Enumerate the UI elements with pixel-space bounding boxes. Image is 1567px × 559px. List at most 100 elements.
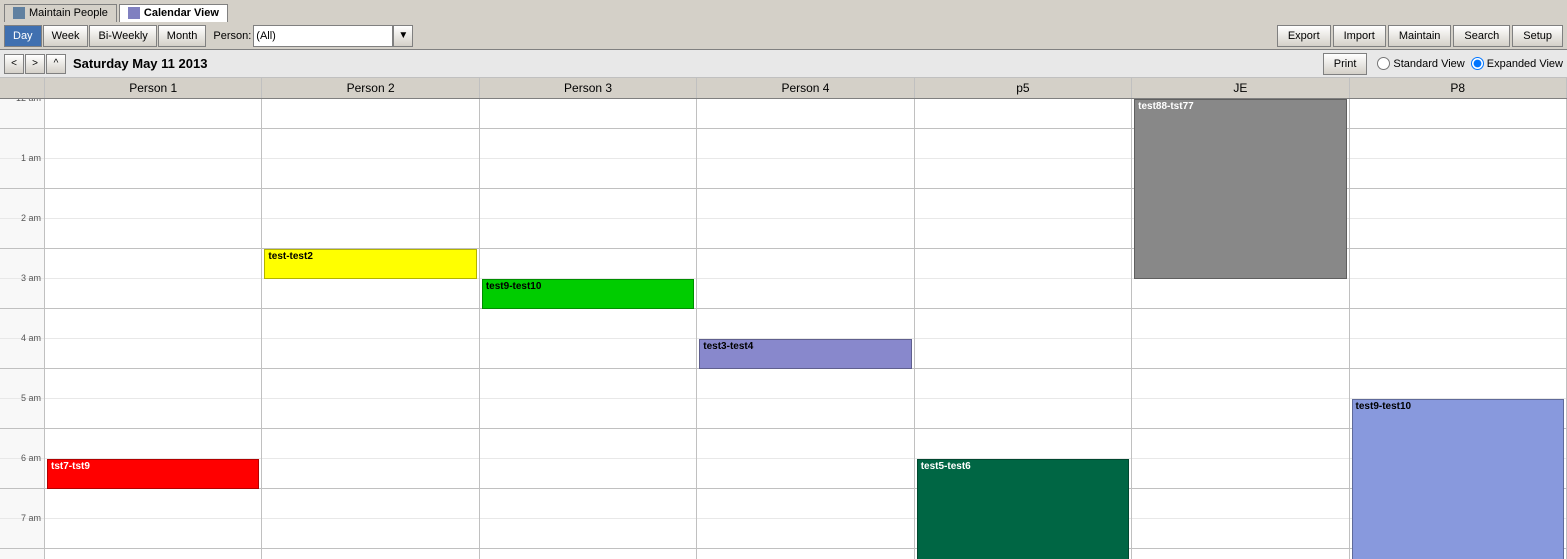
- grid-slot-col0-5: [45, 249, 261, 279]
- people-icon: [13, 7, 25, 19]
- grid-slot-col2-11: [480, 429, 696, 459]
- event-ev2[interactable]: test9-test10: [482, 279, 694, 309]
- person-col-3: test3-test4: [697, 99, 914, 559]
- grid-slot-col4-1: [915, 129, 1131, 159]
- export-button[interactable]: Export: [1277, 25, 1331, 47]
- calendar-header: Person 1 Person 2 Person 3 Person 4 p5 J…: [0, 78, 1567, 99]
- grid-slot-col3-13: [697, 489, 913, 519]
- grid-slot-col2-8: [480, 339, 696, 369]
- grid-slot-col5-7: [1132, 309, 1348, 339]
- grid-slot-col4-0: [915, 99, 1131, 129]
- time-slot-2: 1 am: [0, 159, 44, 189]
- grid-slot-col5-15: [1132, 549, 1348, 559]
- grid-slot-col0-15: [45, 549, 261, 559]
- next-button[interactable]: >: [25, 54, 45, 74]
- grid-slot-col6-9: [1350, 369, 1566, 399]
- calendar-icon: [128, 7, 140, 19]
- grid-slot-col5-12: [1132, 459, 1348, 489]
- grid-slot-col1-12: [262, 459, 478, 489]
- search-button[interactable]: Search: [1453, 25, 1510, 47]
- expanded-view-radio[interactable]: [1471, 57, 1484, 70]
- setup-button[interactable]: Setup: [1512, 25, 1563, 47]
- grid-slot-col1-9: [262, 369, 478, 399]
- grid-slot-col2-13: [480, 489, 696, 519]
- grid-slot-col1-8: [262, 339, 478, 369]
- grid-slot-col0-2: [45, 159, 261, 189]
- person-input[interactable]: [253, 25, 393, 47]
- event-ev3[interactable]: test3-test4: [699, 339, 911, 369]
- grid-slot-col4-5: [915, 249, 1131, 279]
- grid-slot-col2-1: [480, 129, 696, 159]
- grid-slot-col1-14: [262, 519, 478, 549]
- calendar-container: Person 1 Person 2 Person 3 Person 4 p5 J…: [0, 78, 1567, 559]
- col-header-person1: Person 1: [45, 78, 262, 98]
- time-label-10: 5 am: [21, 393, 41, 403]
- grid-slot-col3-4: [697, 219, 913, 249]
- grid-slot-col3-7: [697, 309, 913, 339]
- standard-view-radio[interactable]: [1377, 57, 1390, 70]
- event-ev7[interactable]: test9-test10: [1352, 399, 1564, 559]
- event-ev5[interactable]: test5-test6: [917, 459, 1129, 559]
- grid-slot-col6-4: [1350, 219, 1566, 249]
- grid-slot-col4-4: [915, 219, 1131, 249]
- up-button[interactable]: ^: [46, 54, 66, 74]
- col-header-person3: Person 3: [480, 78, 697, 98]
- time-slot-15: [0, 549, 44, 559]
- person-dropdown-button[interactable]: ▼: [393, 25, 413, 47]
- time-column: 12 am1 am2 am3 am4 am5 am6 am7 am8 am9 a…: [0, 99, 45, 559]
- event-ev1[interactable]: test-test2: [264, 249, 476, 279]
- expanded-view-label[interactable]: Expanded View: [1471, 57, 1563, 70]
- expanded-view-text: Expanded View: [1487, 58, 1563, 70]
- col-header-person2: Person 2: [262, 78, 479, 98]
- view-day-button[interactable]: Day: [4, 25, 42, 47]
- view-week-button[interactable]: Week: [43, 25, 89, 47]
- grid-slot-col5-14: [1132, 519, 1348, 549]
- grid-slot-col4-8: [915, 339, 1131, 369]
- grid-slot-col2-14: [480, 519, 696, 549]
- grid-slot-col0-6: [45, 279, 261, 309]
- grid-slot-col4-10: [915, 399, 1131, 429]
- import-button[interactable]: Import: [1333, 25, 1386, 47]
- grid-slot-col0-4: [45, 219, 261, 249]
- grid-slot-col3-14: [697, 519, 913, 549]
- grid-slot-col6-1: [1350, 129, 1566, 159]
- view-biweekly-button[interactable]: Bi-Weekly: [89, 25, 156, 47]
- grid-slot-col1-15: [262, 549, 478, 559]
- time-label-12: 6 am: [21, 453, 41, 463]
- grid-slot-col3-9: [697, 369, 913, 399]
- person-col-0: tst7-tst9: [45, 99, 262, 559]
- standard-view-label[interactable]: Standard View: [1377, 57, 1464, 70]
- grid-slot-col4-7: [915, 309, 1131, 339]
- time-slot-8: 4 am: [0, 339, 44, 369]
- time-slot-10: 5 am: [0, 399, 44, 429]
- view-month-button[interactable]: Month: [158, 25, 207, 47]
- time-label-4: 2 am: [21, 213, 41, 223]
- grid-slot-col6-7: [1350, 309, 1566, 339]
- grid-slot-col1-7: [262, 309, 478, 339]
- grid-slot-col1-1: [262, 129, 478, 159]
- grid-slot-col6-5: [1350, 249, 1566, 279]
- grid-slot-col0-7: [45, 309, 261, 339]
- person-col-1: test-test2: [262, 99, 479, 559]
- grid-slot-col6-8: [1350, 339, 1566, 369]
- grid-slot-col1-11: [262, 429, 478, 459]
- prev-button[interactable]: <: [4, 54, 24, 74]
- print-button[interactable]: Print: [1323, 53, 1368, 75]
- maintain-button[interactable]: Maintain: [1388, 25, 1452, 47]
- time-label-6: 3 am: [21, 273, 41, 283]
- grid-slot-col0-9: [45, 369, 261, 399]
- grid-slot-col2-5: [480, 249, 696, 279]
- tab-maintain-people[interactable]: Maintain People: [4, 4, 117, 22]
- event-ev6[interactable]: test88-tst77: [1134, 99, 1346, 279]
- time-slot-12: 6 am: [0, 459, 44, 489]
- grid-slot-col0-3: [45, 189, 261, 219]
- tab-calendar-view[interactable]: Calendar View: [119, 4, 228, 22]
- time-label-14: 7 am: [21, 513, 41, 523]
- grid-slot-col6-6: [1350, 279, 1566, 309]
- event-ev4[interactable]: tst7-tst9: [47, 459, 259, 489]
- grid-slot-col6-3: [1350, 189, 1566, 219]
- grid-slot-col3-1: [697, 129, 913, 159]
- grid-slot-col1-4: [262, 219, 478, 249]
- tab-bar: Maintain People Calendar View: [0, 0, 1567, 22]
- grid-slot-col3-10: [697, 399, 913, 429]
